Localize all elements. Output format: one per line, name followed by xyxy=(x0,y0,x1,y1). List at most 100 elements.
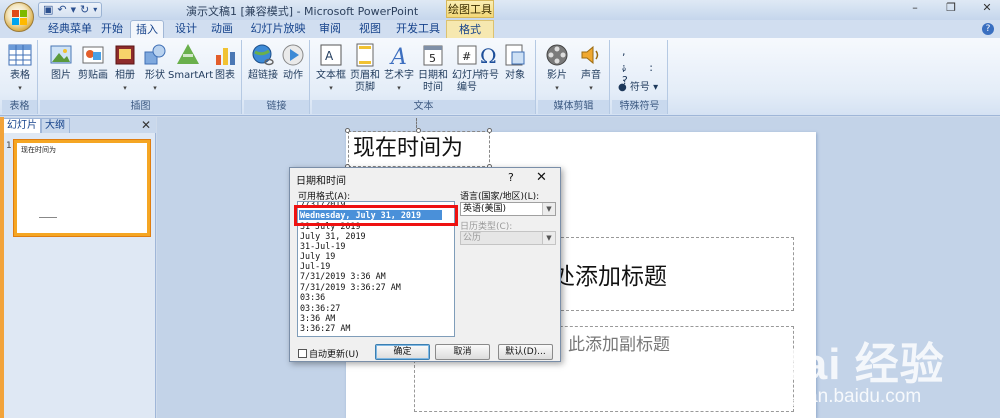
title-bar: ▣ ↶ ▼ ↻ ▾ 演示文稿1 [兼容模式] - Microsoft Power… xyxy=(0,0,1000,20)
ribbon: 表格 ▾ 表格 图片 剪贴画 相册 ▾ 形状 ▾ SmartArt 图表 插图 … xyxy=(0,38,1000,116)
restore-button[interactable]: ❐ xyxy=(942,1,960,14)
textbox-button[interactable]: A 文本框 ▾ xyxy=(314,42,348,94)
list-item[interactable]: 3:36 AM xyxy=(300,313,335,323)
clipart-button[interactable]: 剪贴画 xyxy=(76,42,110,82)
office-button[interactable] xyxy=(4,2,34,32)
list-item[interactable]: 7/31/2019 3:36:27 AM xyxy=(300,282,401,292)
textbox-icon: A xyxy=(320,44,342,66)
minimize-button[interactable]: – xyxy=(906,1,924,14)
resize-handle[interactable] xyxy=(487,128,492,133)
resize-handle[interactable] xyxy=(345,128,350,133)
language-select[interactable]: 英语(美国) ▼ xyxy=(460,202,556,216)
sound-button[interactable]: 声音 ▾ xyxy=(574,42,608,94)
svg-text:A: A xyxy=(389,45,407,68)
svg-text:Ω: Ω xyxy=(480,44,497,68)
table-button[interactable]: 表格 ▾ xyxy=(3,42,37,94)
annotation-highlight-box xyxy=(294,205,458,226)
calendar-icon: 5 xyxy=(423,45,443,66)
tab-animation[interactable]: 动画 xyxy=(206,20,238,38)
dialog-close-button[interactable]: ✕ xyxy=(536,170,547,185)
language-label: 语言(国家/地区)(L): xyxy=(460,192,540,202)
chevron-down-icon: ▼ xyxy=(542,232,555,244)
chevron-down-icon[interactable]: ▼ xyxy=(71,3,76,17)
tab-home[interactable]: 开始 xyxy=(96,20,128,38)
slide-textbox[interactable]: 现在时间为 xyxy=(348,131,490,167)
list-item[interactable]: 3:36:27 AM xyxy=(300,323,350,333)
bullet-icon: ● xyxy=(618,82,627,93)
header-footer-button[interactable]: 页眉和 页脚 xyxy=(348,42,382,94)
wordart-button[interactable]: A 艺术字 ▾ xyxy=(382,42,416,94)
svg-text:5: 5 xyxy=(429,52,436,65)
tab-slides[interactable]: 幻灯片 xyxy=(2,118,42,133)
default-button[interactable]: 默认(D)... xyxy=(498,344,553,360)
drawing-tools-context-title: 绘图工具 xyxy=(446,0,494,18)
hyperlink-button[interactable]: 超链接 xyxy=(246,42,280,82)
tab-view[interactable]: 视图 xyxy=(354,20,386,38)
shapes-button[interactable]: 形状 ▾ xyxy=(138,42,172,94)
tab-review[interactable]: 审阅 xyxy=(314,20,346,38)
dialog-help-button[interactable]: ? xyxy=(508,171,514,184)
list-item[interactable]: July 19 xyxy=(300,251,335,261)
list-item[interactable]: 03:36:27 xyxy=(300,303,340,313)
smartart-button[interactable]: SmartArt xyxy=(168,42,213,82)
list-item[interactable]: Jul-19 xyxy=(300,261,330,271)
action-button[interactable]: 动作 xyxy=(276,42,310,82)
action-icon xyxy=(282,44,304,66)
header-footer-icon xyxy=(356,43,374,67)
group-links: 超链接 动作 链接 xyxy=(244,40,310,114)
tab-insert[interactable]: 插入 xyxy=(130,20,164,38)
calendar-type-select: 公历 ▼ xyxy=(460,231,556,245)
thumbnail-text: 现在时间为 xyxy=(21,146,56,154)
tab-slideshow[interactable]: 幻灯片放映 xyxy=(248,20,308,38)
speaker-icon xyxy=(581,45,599,65)
undo-icon[interactable]: ↶ xyxy=(57,3,66,17)
chart-icon xyxy=(216,48,235,65)
resize-handle[interactable] xyxy=(416,128,421,133)
tab-developer[interactable]: 开发工具 xyxy=(392,20,444,38)
group-label-links: 链接 xyxy=(244,100,309,114)
list-item[interactable]: 03:36 xyxy=(300,292,325,302)
globe-link-icon xyxy=(252,44,274,66)
slide-number: 1 xyxy=(6,141,12,151)
svg-text:A: A xyxy=(325,49,334,63)
symbol-small-button[interactable]: ● 符号 ▾ xyxy=(618,78,658,93)
ribbon-tab-row: 经典菜单 开始 插入 设计 动画 幻灯片放映 审阅 视图 开发工具 格式 xyxy=(0,20,1000,38)
list-item[interactable]: July 31, 2019 xyxy=(300,231,366,241)
dialog-title: 日期和时间 xyxy=(296,176,346,187)
group-label-illustrations: 插图 xyxy=(40,100,241,114)
smartart-icon xyxy=(177,44,199,64)
customize-qat-icon[interactable]: ▾ xyxy=(93,3,97,17)
list-item[interactable]: 31-Jul-19 xyxy=(300,241,345,251)
tab-format[interactable]: 格式 xyxy=(446,20,494,38)
tab-design[interactable]: 设计 xyxy=(170,20,202,38)
album-button[interactable]: 相册 ▾ xyxy=(108,42,142,94)
tab-outline[interactable]: 大纲 xyxy=(40,118,70,133)
checkbox-icon xyxy=(298,349,307,358)
redo-icon[interactable]: ↻ xyxy=(80,3,89,17)
ok-button[interactable]: 确定 xyxy=(375,344,430,360)
slide-thumbnail[interactable]: 现在时间为 xyxy=(14,140,150,236)
help-icon[interactable]: ? xyxy=(982,23,994,35)
document-title: 演示文稿1 [兼容模式] - Microsoft PowerPoint xyxy=(186,5,419,18)
object-button[interactable]: 对象 xyxy=(498,42,532,82)
save-icon[interactable]: ▣ xyxy=(43,3,53,17)
chart-button[interactable]: 图表 xyxy=(208,42,242,82)
cancel-button[interactable]: 取消 xyxy=(435,344,490,360)
clipart-icon xyxy=(82,46,104,64)
date-time-button[interactable]: 5 日期和 时间 xyxy=(416,42,450,94)
rotate-handle[interactable] xyxy=(416,118,417,128)
film-reel-icon xyxy=(546,44,568,66)
auto-update-checkbox[interactable]: 自动更新(U) xyxy=(298,347,359,360)
subtitle-placeholder-text: 此添加副标题 xyxy=(568,335,670,355)
group-media: 影片 ▾ 声音 ▾ 媒体剪辑 xyxy=(538,40,610,114)
group-illustrations: 图片 剪贴画 相册 ▾ 形状 ▾ SmartArt 图表 插图 xyxy=(40,40,242,114)
group-special-symbols: , 。 · ; : ? ● 符号 ▾ 特殊符号 xyxy=(612,40,668,114)
tab-classic-menu[interactable]: 经典菜单 xyxy=(46,20,94,38)
list-item[interactable]: 7/31/2019 3:36 AM xyxy=(300,271,386,281)
group-label-media: 媒体剪辑 xyxy=(538,100,609,114)
movie-button[interactable]: 影片 ▾ xyxy=(540,42,574,94)
close-button[interactable]: ✕ xyxy=(978,1,996,14)
close-icon[interactable]: ✕ xyxy=(141,118,151,132)
group-label-special-symbols: 特殊符号 xyxy=(612,100,667,114)
picture-button[interactable]: 图片 xyxy=(44,42,78,82)
